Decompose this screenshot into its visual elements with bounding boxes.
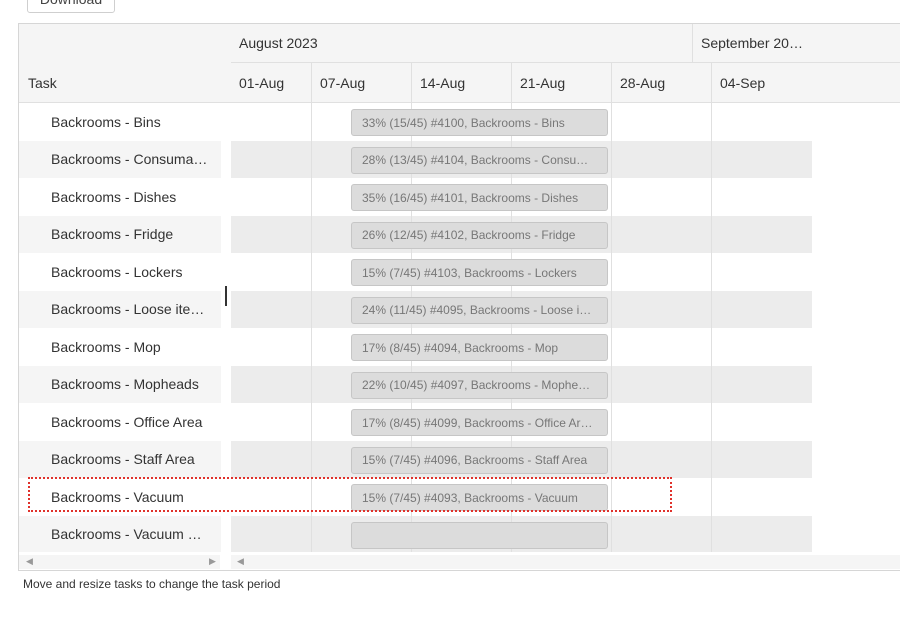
- task-bar-label: 15% (7/45) #4103, Backrooms - Lockers: [362, 265, 577, 280]
- task-bar[interactable]: 15% (7/45) #4103, Backrooms - Lockers: [351, 259, 608, 286]
- task-name: Backrooms - Dishes: [51, 188, 177, 205]
- task-bar-label: 28% (13/45) #4104, Backrooms - Consu…: [362, 153, 589, 167]
- task-row[interactable]: Backrooms - Dishes: [19, 178, 221, 216]
- task-bar[interactable]: 17% (8/45) #4099, Backrooms - Office Ar…: [351, 409, 608, 436]
- task-name: Backrooms - Mop: [51, 338, 161, 355]
- task-bar[interactable]: 17% (8/45) #4094, Backrooms - Mop: [351, 334, 608, 361]
- task-bar-label: 22% (10/45) #4097, Backrooms - Mophe…: [362, 378, 591, 392]
- drag-drop-indicator: [28, 477, 672, 512]
- task-row[interactable]: Backrooms - Loose ite…: [19, 290, 221, 328]
- task-bar-label: 33% (15/45) #4100, Backrooms - Bins: [362, 115, 565, 130]
- week-header: 21-Aug: [511, 63, 611, 102]
- task-row[interactable]: Backrooms - Fridge: [19, 215, 221, 253]
- scroll-left-icon[interactable]: ◀: [26, 556, 33, 567]
- task-name: Backrooms - Mopheads: [51, 376, 199, 393]
- week-header: 28-Aug: [611, 63, 711, 102]
- task-row[interactable]: Backrooms - Staff Area: [19, 440, 221, 478]
- task-name: Backrooms - Vacuum …: [51, 526, 202, 543]
- task-bar-label: 35% (16/45) #4101, Backrooms - Dishes: [362, 190, 579, 205]
- task-bar-label: 17% (8/45) #4094, Backrooms - Mop: [362, 340, 559, 355]
- week-header: 07-Aug: [311, 63, 411, 102]
- week-header: 14-Aug: [411, 63, 511, 102]
- task-grid-header: Task: [19, 24, 232, 103]
- task-name: Backrooms - Lockers: [51, 263, 183, 280]
- task-name: Backrooms - Loose ite…: [51, 301, 205, 318]
- task-bar[interactable]: 24% (11/45) #4095, Backrooms - Loose i…: [351, 296, 608, 324]
- task-row[interactable]: Backrooms - Office Area: [19, 403, 221, 441]
- task-row[interactable]: Backrooms - Consuma…: [19, 140, 221, 178]
- task-bar[interactable]: [351, 521, 608, 549]
- task-bar-label: 15% (7/45) #4096, Backrooms - Staff Area: [362, 453, 588, 467]
- task-column-header[interactable]: Task: [28, 75, 57, 91]
- task-bar-label: 17% (8/45) #4099, Backrooms - Office Ar…: [362, 415, 593, 430]
- scroll-right-icon[interactable]: ▶: [209, 556, 216, 567]
- task-name: Backrooms - Staff Area: [51, 451, 195, 468]
- task-bar[interactable]: 15% (7/45) #4096, Backrooms - Staff Area: [351, 446, 608, 474]
- task-name: Backrooms - Consuma…: [51, 151, 208, 168]
- task-row[interactable]: Backrooms - Bins: [19, 103, 221, 141]
- task-name: Backrooms - Fridge: [51, 226, 174, 243]
- week-header: 01-Aug: [239, 74, 285, 91]
- help-text: Move and resize tasks to change the task…: [23, 577, 281, 591]
- month-september: September 20…: [692, 24, 812, 62]
- task-bar-label: 26% (12/45) #4102, Backrooms - Fridge: [362, 228, 576, 242]
- task-row[interactable]: Backrooms - Mop: [19, 328, 221, 366]
- task-bar-label: 24% (11/45) #4095, Backrooms - Loose i…: [362, 303, 592, 317]
- task-name: Backrooms - Office Area: [51, 413, 203, 430]
- task-name: Backrooms - Bins: [51, 113, 161, 130]
- month-row: August 2023 September 20…: [231, 24, 900, 63]
- timeline-header: August 2023 September 20… 01-Aug 07-Aug …: [231, 24, 900, 103]
- task-bar[interactable]: 26% (12/45) #4102, Backrooms - Fridge: [351, 221, 608, 249]
- grid-horizontal-scrollbar[interactable]: [19, 555, 220, 569]
- week-header: 04-Sep: [711, 63, 812, 102]
- task-bar[interactable]: 35% (16/45) #4101, Backrooms - Dishes: [351, 184, 608, 211]
- task-bar[interactable]: 28% (13/45) #4104, Backrooms - Consu…: [351, 146, 608, 174]
- task-row[interactable]: Backrooms - Lockers: [19, 253, 221, 291]
- task-bar[interactable]: 22% (10/45) #4097, Backrooms - Mophe…: [351, 371, 608, 399]
- week-gridline: [711, 103, 712, 552]
- task-row[interactable]: Backrooms - Vacuum …: [19, 515, 221, 552]
- download-button[interactable]: Download: [27, 0, 115, 13]
- timeline-horizontal-scrollbar[interactable]: [231, 555, 900, 569]
- pane-splitter-handle[interactable]: [225, 286, 227, 306]
- scroll-left-icon[interactable]: ◀: [237, 556, 244, 567]
- month-august: August 2023: [239, 35, 318, 51]
- task-row[interactable]: Backrooms - Mopheads: [19, 365, 221, 403]
- task-bar[interactable]: 33% (15/45) #4100, Backrooms - Bins: [351, 109, 608, 136]
